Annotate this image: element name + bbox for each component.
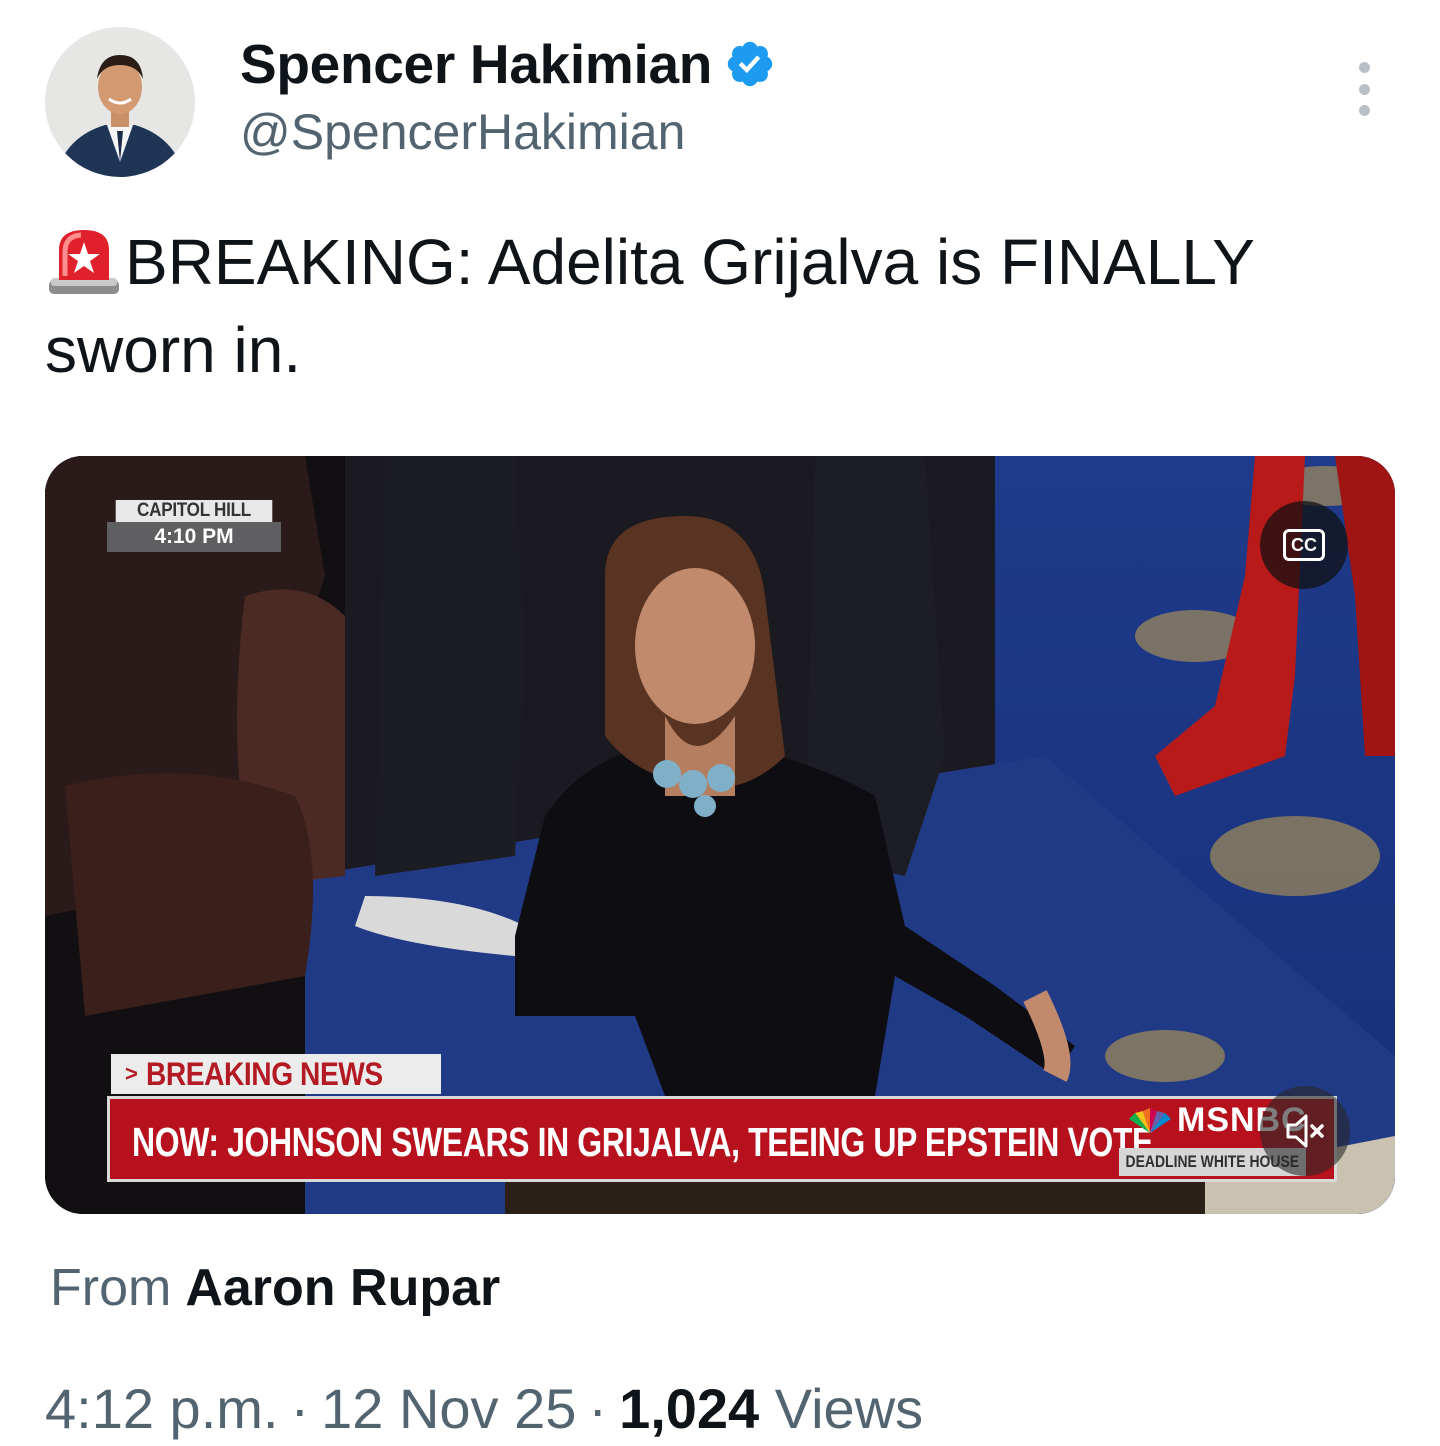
views-count[interactable]: 1,024 <box>619 1377 759 1440</box>
speaker-muted-icon <box>1286 1114 1324 1148</box>
tweet-text: BREAKING: Adelita Grijalva is FINALLY sw… <box>45 226 1254 386</box>
video-player[interactable]: CAPITOL HILL 4:10 PM CC > BREAKING NEWS … <box>45 456 1395 1214</box>
location-label: CAPITOL HILL <box>115 500 273 522</box>
from-label: From <box>50 1259 172 1317</box>
location-bug: CAPITOL HILL 4:10 PM <box>107 500 281 552</box>
author-handle[interactable]: @SpencerHakimian <box>240 100 685 164</box>
separator: · <box>588 1377 608 1440</box>
avatar[interactable] <box>45 27 195 177</box>
video-attribution: From Aaron Rupar <box>50 1256 500 1320</box>
attribution-author-link[interactable]: Aaron Rupar <box>185 1259 500 1317</box>
tweet-date[interactable]: 12 Nov 25 <box>321 1377 576 1440</box>
unmute-button[interactable] <box>1260 1086 1350 1176</box>
tweet-time[interactable]: 4:12 p.m. <box>45 1377 278 1440</box>
cc-icon: CC <box>1283 529 1325 561</box>
closed-captions-button[interactable]: CC <box>1260 501 1348 589</box>
breaking-news-tag: > BREAKING NEWS <box>111 1054 441 1094</box>
verified-badge-icon <box>724 38 776 90</box>
more-options-icon[interactable] <box>1346 62 1382 116</box>
chevron-right-icon: > <box>125 1061 138 1086</box>
time-label: 4:10 PM <box>107 522 281 552</box>
profile-photo-icon <box>45 27 195 177</box>
views-label: Views <box>774 1377 924 1440</box>
peacock-icon <box>1129 1108 1171 1133</box>
author-name-row[interactable]: Spencer Hakimian <box>240 32 776 96</box>
tweet-text-block: BREAKING: Adelita Grijalva is FINALLY sw… <box>45 218 1385 394</box>
siren-icon <box>45 224 123 296</box>
tweet-meta: 4:12 p.m. · 12 Nov 25 · 1,024 Views <box>45 1375 923 1443</box>
chyron-text: NOW: JOHNSON SWEARS IN GRIJALVA, TEEING … <box>132 1119 1153 1165</box>
author-display-name[interactable]: Spencer Hakimian <box>240 32 712 96</box>
separator: · <box>290 1377 310 1440</box>
breaking-news-label: BREAKING NEWS <box>145 1055 383 1092</box>
